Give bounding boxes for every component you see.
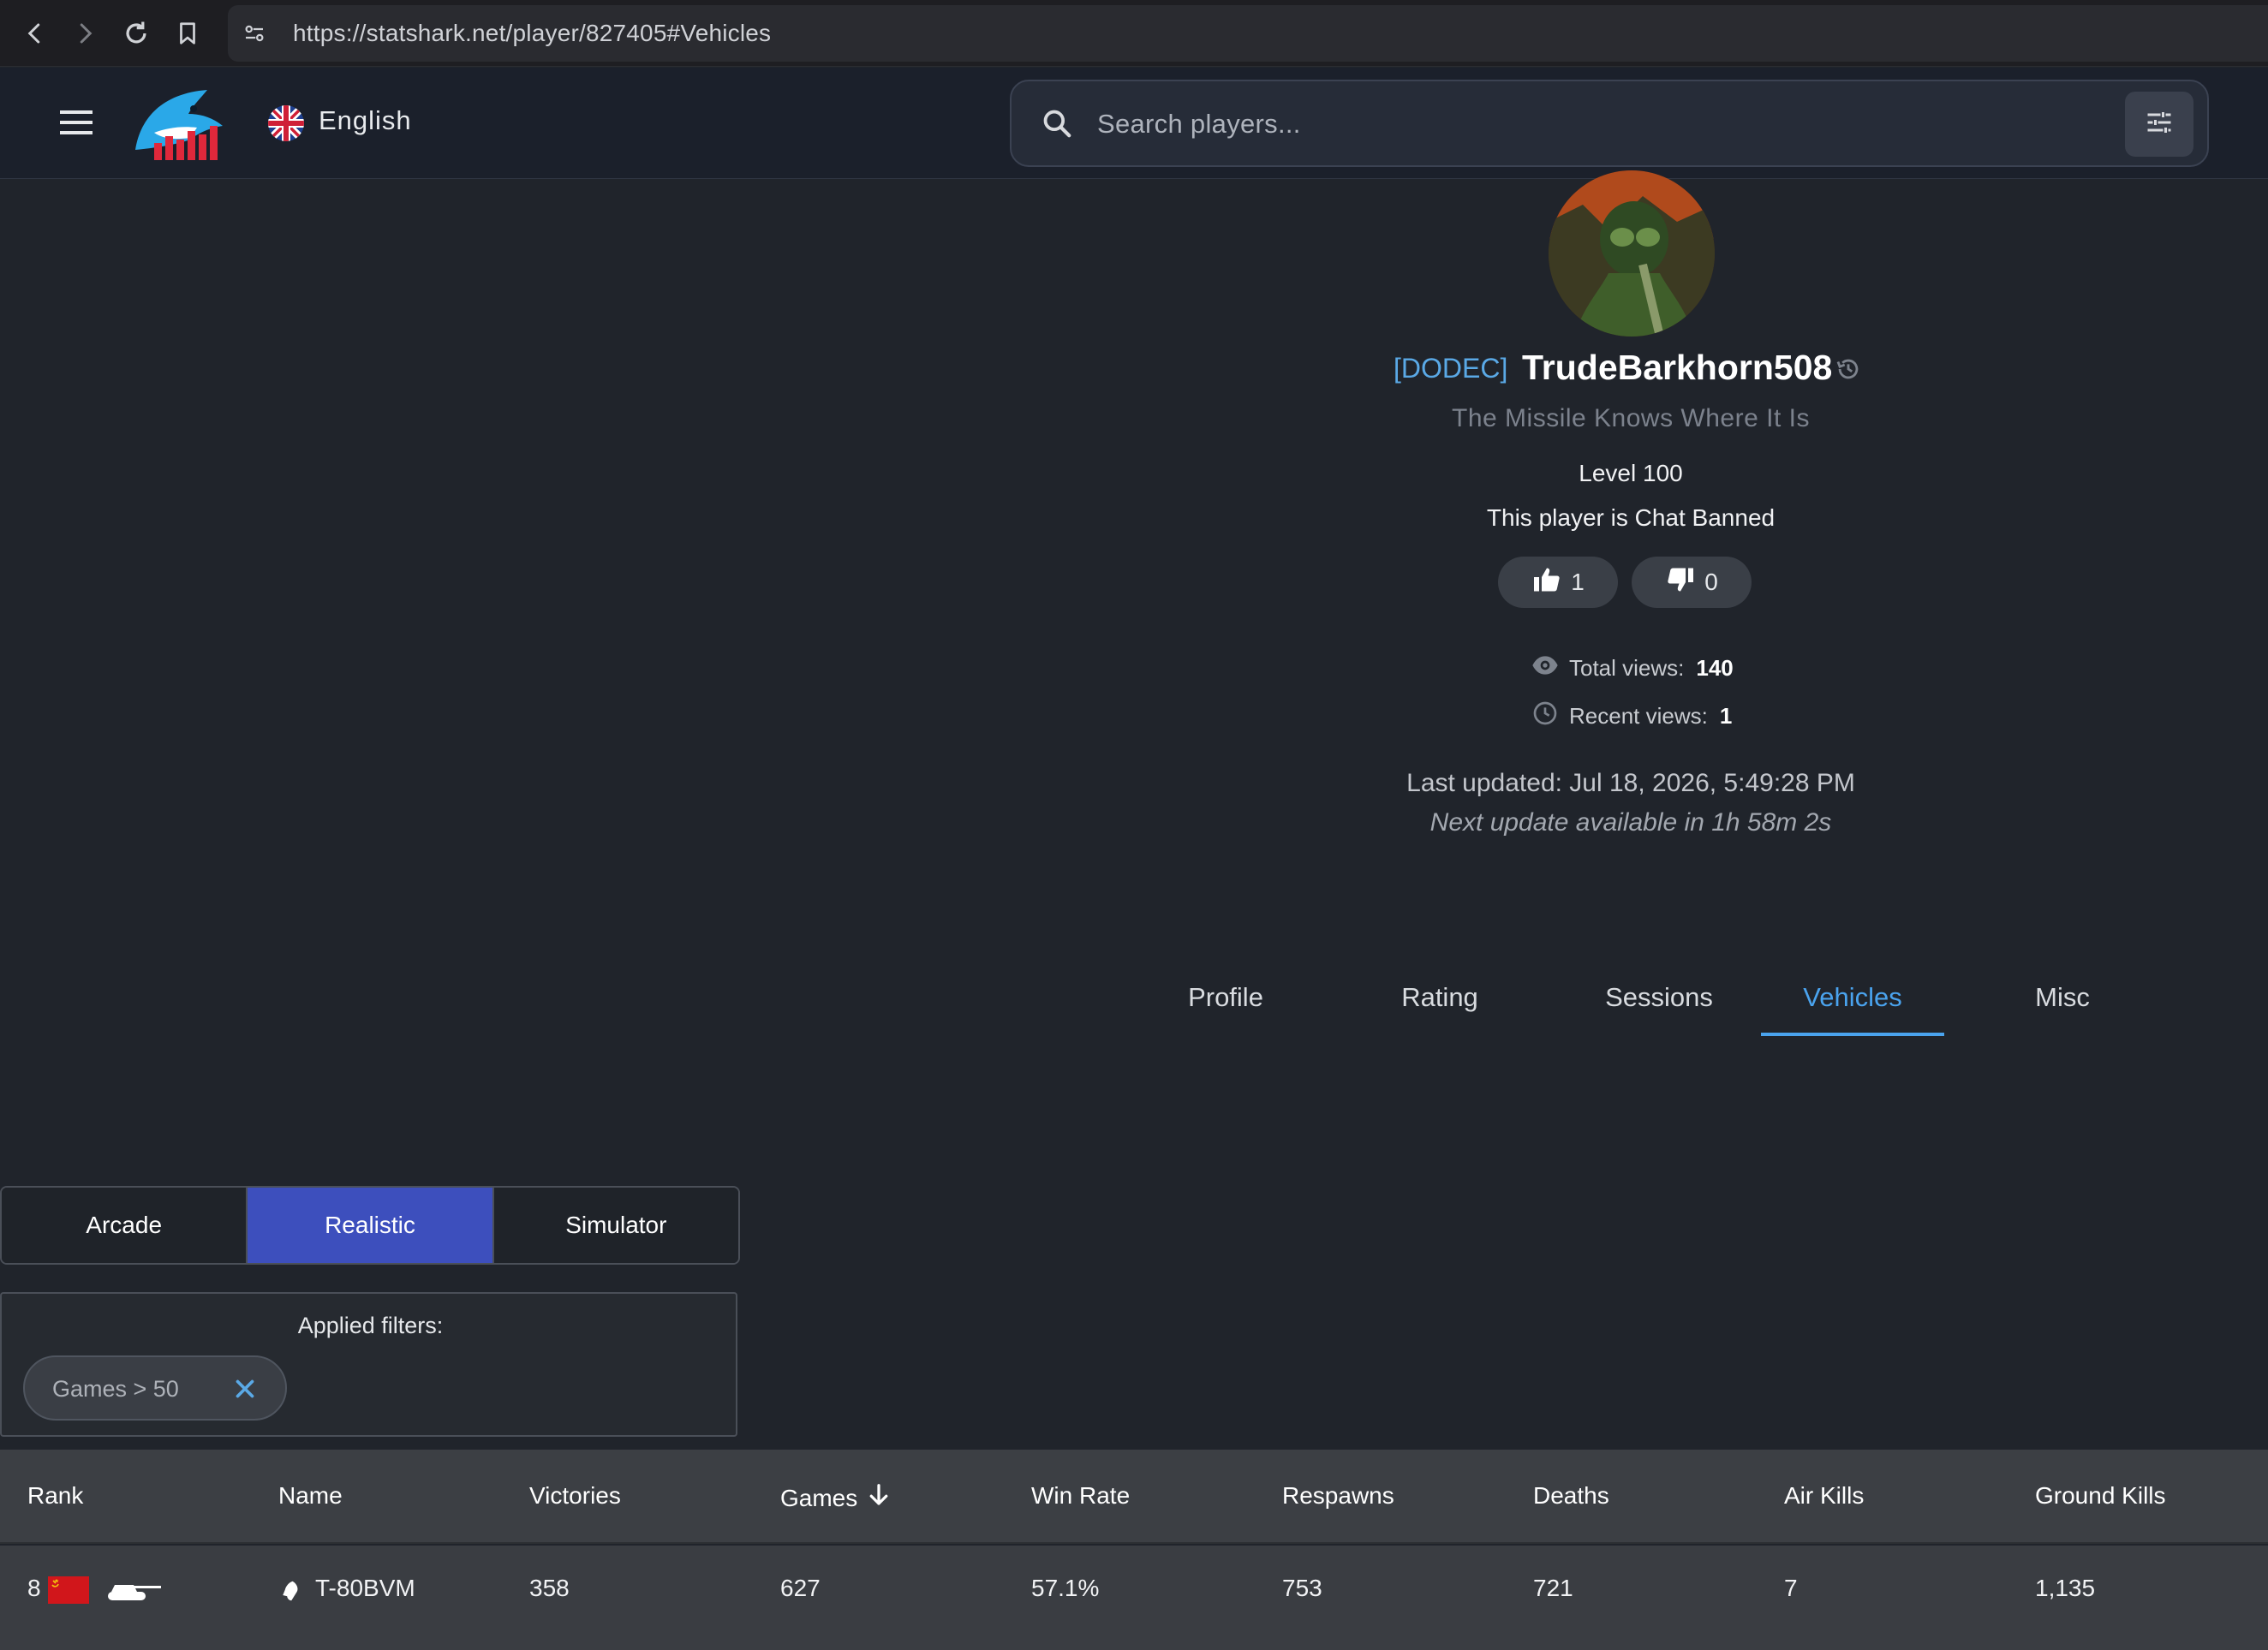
header-deaths[interactable]: Deaths — [1533, 1482, 1609, 1510]
reload-icon[interactable] — [118, 15, 154, 51]
game-mode-selector: Arcade Realistic Simulator — [0, 1186, 740, 1265]
header-victories[interactable]: Victories — [529, 1482, 621, 1510]
header-air-kills[interactable]: Air Kills — [1784, 1482, 1864, 1510]
mode-simulator-button[interactable]: Simulator — [493, 1188, 738, 1263]
filter-chip-label: Games > 50 — [52, 1376, 179, 1402]
dislike-button[interactable]: 0 — [1632, 557, 1752, 608]
total-views-label: Total views: — [1569, 655, 1685, 681]
applied-filters-title: Applied filters: — [297, 1313, 444, 1338]
clock-icon — [1531, 700, 1559, 733]
player-avatar — [1549, 170, 1715, 337]
vehicle-type-icon — [278, 1578, 303, 1608]
menu-icon[interactable] — [57, 105, 96, 144]
mode-realistic-button[interactable]: Realistic — [248, 1188, 494, 1263]
name-history-icon[interactable] — [1834, 354, 1863, 388]
recent-views-value: 1 — [1719, 703, 1733, 729]
total-views-value: 140 — [1696, 655, 1734, 681]
mode-arcade-button[interactable]: Arcade — [2, 1188, 248, 1263]
vehicle-rank: 8 — [27, 1575, 41, 1601]
bookmark-icon[interactable] — [170, 15, 206, 51]
table-row[interactable]: 8 T-80BVM 358 627 57.1% 753 721 7 1,135 — [0, 1546, 2268, 1650]
vehicle-air-kills: 7 — [1784, 1575, 1798, 1601]
tab-misc[interactable]: Misc — [1972, 968, 2153, 1036]
address-bar[interactable]: https://statshark.net/player/827405#Vehi… — [228, 5, 2268, 62]
header-win-rate[interactable]: Win Rate — [1031, 1482, 1130, 1510]
sort-descending-icon — [866, 1482, 892, 1514]
thumbs-down-icon — [1665, 564, 1696, 601]
next-update: Next update available in 1h 58m 2s — [1429, 808, 1832, 837]
header-games-label: Games — [780, 1484, 858, 1511]
vehicle-games: 627 — [780, 1575, 821, 1601]
uk-flag-icon[interactable] — [267, 104, 305, 146]
vehicle-win-rate: 57.1% — [1031, 1575, 1100, 1601]
vehicle-deaths: 721 — [1533, 1575, 1573, 1601]
clan-tag[interactable]: [DODEC] — [1394, 353, 1507, 384]
search-icon — [1041, 107, 1073, 144]
tab-vehicles[interactable]: Vehicles — [1761, 968, 1944, 1036]
tab-profile[interactable]: Profile — [1158, 968, 1293, 1036]
url-text[interactable]: https://statshark.net/player/827405#Vehi… — [293, 20, 771, 47]
browser-toolbar: https://statshark.net/player/827405#Vehi… — [0, 0, 2268, 67]
player-name-row: [DODEC] TrudeBarkhorn508 — [1388, 344, 1884, 392]
vehicles-table-header: Rank Name Victories Games Win Rate Respa… — [0, 1450, 2268, 1544]
player-tabs: Profile Rating Sessions Vehicles Misc — [1158, 968, 2153, 1036]
tune-icon — [2144, 107, 2175, 142]
player-level: Level 100 — [1579, 460, 1683, 486]
player-title: The Missile Knows Where It Is — [1452, 404, 1810, 432]
search-filter-button[interactable] — [2125, 92, 2193, 157]
close-icon[interactable] — [230, 1374, 260, 1408]
app-header: English Search players... — [0, 68, 2268, 179]
header-games[interactable]: Games — [780, 1482, 892, 1514]
language-selector[interactable]: English — [319, 105, 412, 136]
tab-rating[interactable]: Rating — [1348, 968, 1531, 1036]
eye-icon — [1531, 652, 1559, 685]
search-bar[interactable]: Search players... — [1010, 80, 2209, 167]
site-settings-icon[interactable] — [242, 21, 267, 51]
header-name[interactable]: Name — [278, 1482, 343, 1510]
dislike-count: 0 — [1704, 569, 1718, 595]
header-respawns[interactable]: Respawns — [1282, 1482, 1394, 1510]
ussr-flag-icon — [48, 1576, 89, 1608]
vehicle-respawns: 753 — [1282, 1575, 1322, 1601]
statshark-logo[interactable] — [128, 83, 231, 170]
filter-chip[interactable]: Games > 50 — [23, 1355, 287, 1421]
vehicle-victories: 358 — [529, 1575, 570, 1601]
recent-views: Recent views: 1 — [1531, 700, 1732, 733]
vehicle-name[interactable]: T-80BVM — [315, 1575, 415, 1602]
back-icon[interactable] — [17, 15, 53, 51]
last-updated: Last updated: Jul 18, 2026, 5:49:28 PM — [1406, 769, 1855, 797]
chat-ban-status: This player is Chat Banned — [1486, 504, 1776, 531]
player-name: TrudeBarkhorn508 — [1522, 348, 1833, 387]
tank-icon — [103, 1578, 163, 1608]
thumbs-up-icon — [1531, 564, 1562, 601]
header-ground-kills[interactable]: Ground Kills — [2035, 1482, 2166, 1510]
tab-sessions[interactable]: Sessions — [1561, 968, 1758, 1036]
total-views: Total views: 140 — [1531, 652, 1734, 685]
header-rank[interactable]: Rank — [27, 1482, 83, 1510]
applied-filters-panel: Applied filters: Games > 50 — [0, 1292, 737, 1437]
like-button[interactable]: 1 — [1498, 557, 1618, 608]
vehicle-ground-kills: 1,135 — [2035, 1575, 2096, 1601]
like-count: 1 — [1571, 569, 1585, 595]
search-input[interactable]: Search players... — [1097, 109, 1301, 140]
recent-views-label: Recent views: — [1569, 703, 1708, 729]
forward-icon[interactable] — [67, 15, 103, 51]
